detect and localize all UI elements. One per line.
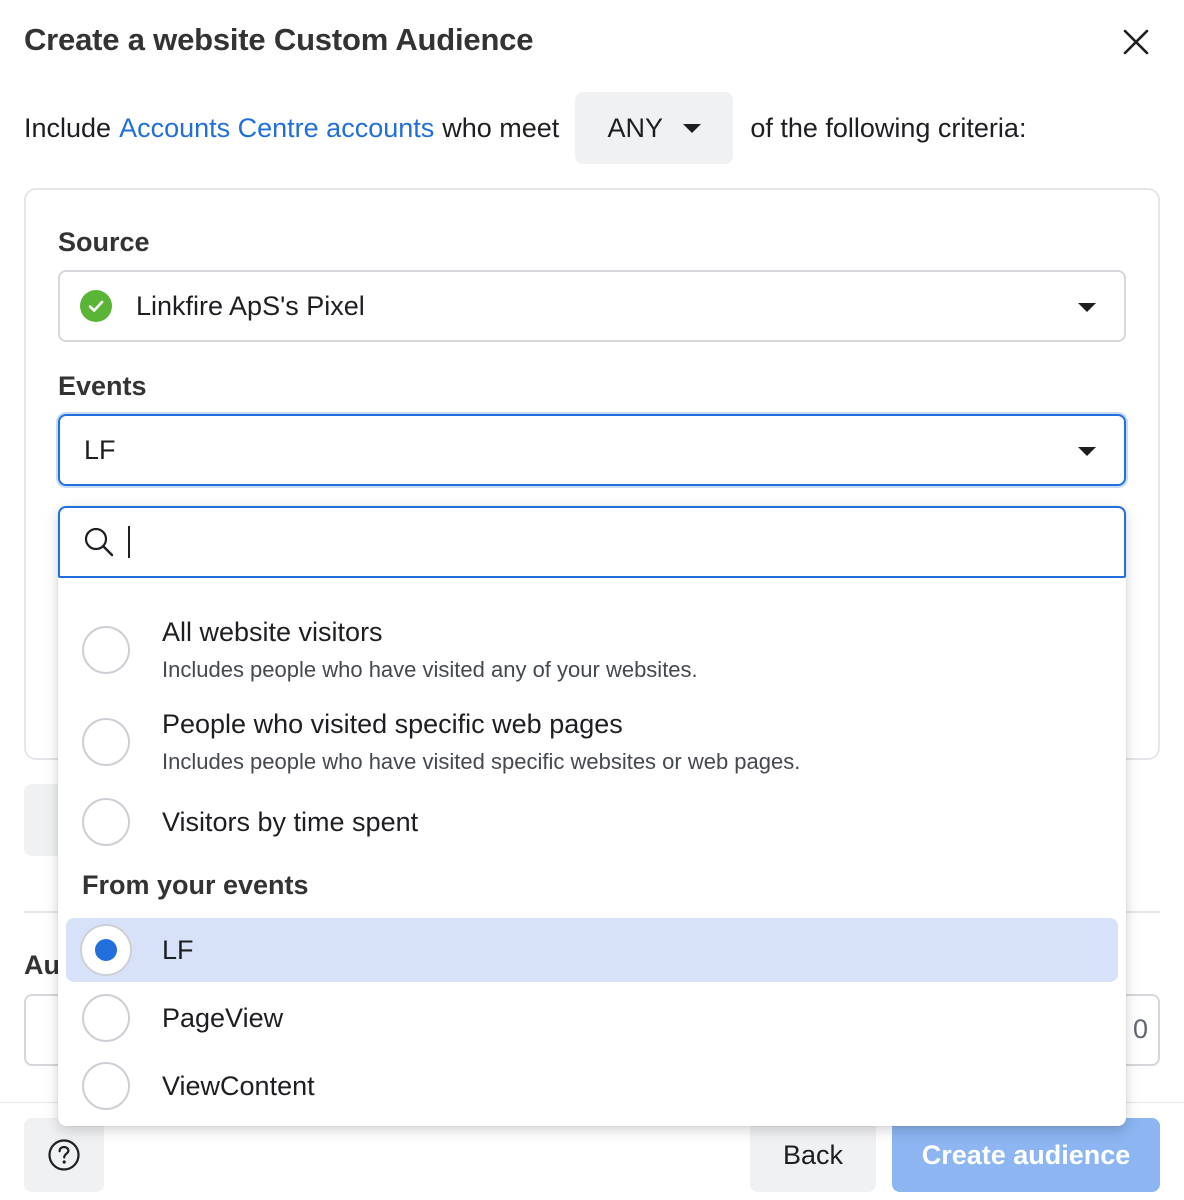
- custom-audience-dialog: Create a website Custom Audience Include…: [0, 0, 1184, 1200]
- close-button[interactable]: [1114, 20, 1158, 64]
- caret-down-icon: [1078, 447, 1096, 456]
- option-specific-web-pages[interactable]: People who visited specific web pages In…: [66, 706, 1118, 790]
- criteria-prefix: Include: [24, 112, 112, 143]
- criteria-middle: who meet: [442, 112, 560, 143]
- events-select[interactable]: LF: [58, 414, 1126, 486]
- radio-button[interactable]: [82, 718, 130, 766]
- option-title: Visitors by time spent: [162, 807, 419, 837]
- search-icon: [84, 527, 114, 557]
- option-title: LF: [162, 935, 194, 965]
- accounts-centre-link[interactable]: Accounts Centre accounts: [119, 113, 434, 144]
- option-all-website-visitors[interactable]: All website visitors Includes people who…: [66, 614, 1118, 698]
- character-counter: 0: [1132, 1014, 1148, 1044]
- radio-button[interactable]: [82, 626, 130, 674]
- audience-name-label: Au: [24, 950, 60, 980]
- check-circle-icon: [80, 290, 112, 322]
- option-title: PageView: [162, 1003, 284, 1033]
- events-value: LF: [84, 434, 116, 465]
- option-event-lf[interactable]: LF: [66, 918, 1118, 982]
- radio-button-selected[interactable]: [82, 926, 130, 974]
- option-title: People who visited specific web pages: [162, 709, 623, 739]
- help-icon: [48, 1139, 80, 1171]
- source-value: Linkfire ApS's Pixel: [136, 290, 365, 321]
- option-event-pageview[interactable]: PageView: [66, 988, 1118, 1048]
- radio-button[interactable]: [82, 994, 130, 1042]
- radio-button[interactable]: [82, 1062, 130, 1110]
- criteria-row: Include Accounts Centre accounts who mee…: [24, 92, 1026, 164]
- dialog-title: Create a website Custom Audience: [24, 22, 534, 57]
- create-audience-button[interactable]: Create audience: [892, 1118, 1160, 1192]
- option-visitors-by-time-spent[interactable]: Visitors by time spent: [66, 796, 1118, 848]
- match-type-value: ANY: [607, 112, 664, 143]
- option-description: Includes people who have visited any of …: [162, 657, 698, 682]
- option-event-viewcontent[interactable]: ViewContent: [66, 1056, 1118, 1116]
- events-search-input[interactable]: [58, 506, 1126, 578]
- from-your-events-heading: From your events: [82, 870, 309, 900]
- help-button[interactable]: [24, 1118, 104, 1192]
- source-label: Source: [58, 227, 150, 257]
- close-icon: [1123, 29, 1149, 55]
- option-description: Includes people who have visited specifi…: [162, 749, 801, 774]
- radio-button[interactable]: [82, 798, 130, 846]
- match-type-select[interactable]: ANY: [575, 92, 734, 164]
- back-button[interactable]: Back: [750, 1118, 876, 1192]
- source-select[interactable]: Linkfire ApS's Pixel: [58, 270, 1126, 342]
- events-label: Events: [58, 371, 147, 401]
- criteria-suffix: of the following criteria:: [750, 112, 1027, 143]
- text-cursor: [128, 526, 130, 558]
- events-dropdown-menu: All website visitors Includes people who…: [58, 506, 1126, 1126]
- caret-down-icon: [1078, 303, 1096, 312]
- caret-down-icon: [683, 123, 702, 133]
- option-title: All website visitors: [162, 617, 383, 647]
- option-title: ViewContent: [162, 1071, 315, 1101]
